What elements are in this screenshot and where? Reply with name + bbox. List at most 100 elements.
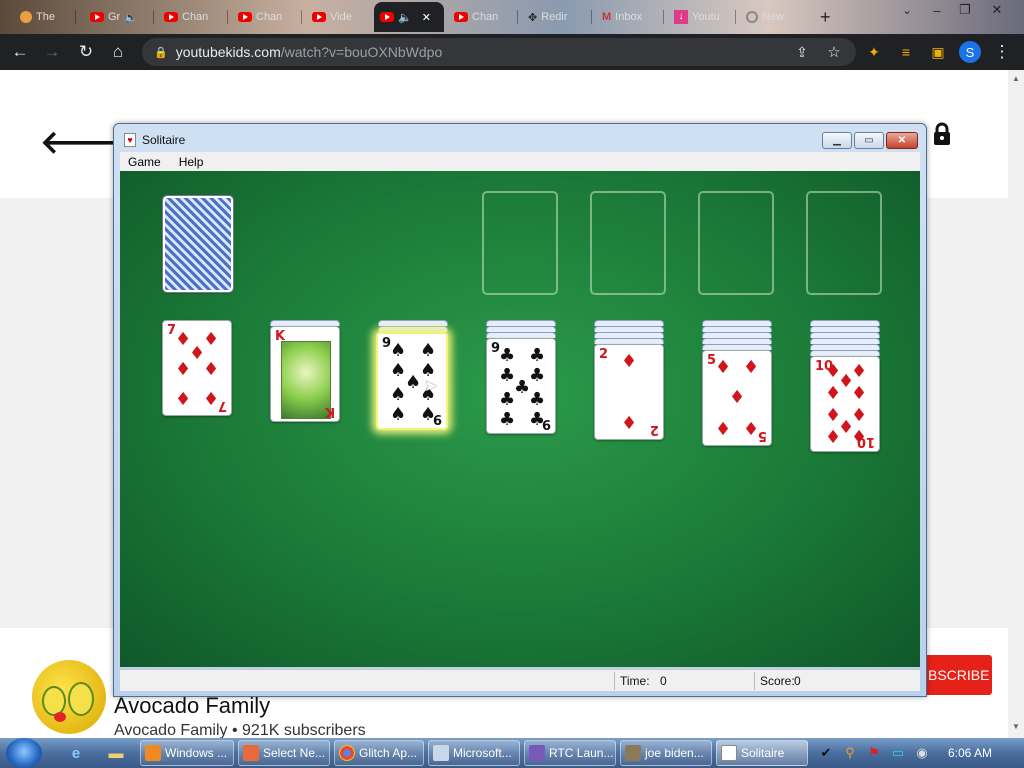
back-icon[interactable]: ← <box>8 40 32 64</box>
tab-11[interactable]: New <box>740 2 810 32</box>
rtc-icon <box>529 745 545 761</box>
address-bar[interactable]: 🔒 youtubekids.com/watch?v=bouOXNbWdpo <box>142 38 856 66</box>
tab-9[interactable]: M Inbox <box>596 2 664 32</box>
tableau-card-2[interactable]: K K <box>270 326 340 422</box>
club-pip-icon: ♣ <box>499 409 516 430</box>
taskbar-item-windows[interactable]: Windows ... <box>140 740 234 766</box>
start-button[interactable] <box>6 738 42 768</box>
tab-8[interactable]: ✥ Redir <box>522 2 592 32</box>
close-tab-icon[interactable]: ✕ <box>422 11 431 24</box>
tab-7[interactable]: Chan <box>448 2 518 32</box>
solitaire-status-bar: Time: 0 Score: 0 <box>120 669 920 691</box>
solitaire-app-icon: ♥ <box>124 133 136 147</box>
channel-avatar[interactable] <box>32 660 106 734</box>
tray-search-icon[interactable]: ⚲ <box>842 745 858 761</box>
menu-game[interactable]: Game <box>128 155 161 169</box>
taskbar-item-glitch[interactable]: Glitch Ap... <box>334 740 424 766</box>
profile-avatar[interactable]: S <box>959 41 981 63</box>
taskbar-item-solitaire[interactable]: Solitaire <box>716 740 808 766</box>
tableau-card-7[interactable]: 10 ♦ ♦ ♦ ♦ ♦ ♦ ♦ ♦ ♦ ♦ 10 <box>810 356 880 452</box>
bookmark-star-icon[interactable]: ☆ <box>822 40 846 64</box>
taskbar-item-rtc[interactable]: RTC Laun... <box>524 740 616 766</box>
diamond-pip-icon: ♦ <box>175 359 192 380</box>
youtube-icon <box>164 12 178 22</box>
chrome-icon <box>339 745 355 761</box>
foundation-slot-3[interactable] <box>698 191 774 295</box>
tab-label: New <box>762 11 785 23</box>
taskbar-clock[interactable]: 6:06 AM <box>948 746 992 760</box>
close-window-icon[interactable]: ✕ <box>982 0 1012 20</box>
tab-search-icon[interactable]: ⌄ <box>892 0 922 20</box>
diamond-pip-icon: ♦ <box>825 427 842 448</box>
extensions-icon[interactable]: ✦ <box>862 40 886 64</box>
solitaire-close-button[interactable]: ✕ <box>886 132 918 149</box>
spade-pip-icon: ♠ <box>390 404 407 425</box>
foundation-slot-2[interactable] <box>590 191 666 295</box>
share-icon[interactable]: ⇪ <box>790 40 814 64</box>
solitaire-maximize-button[interactable]: ▭ <box>854 132 884 149</box>
tableau-card-1[interactable]: 7 ♦ ♦ ♦ ♦ ♦ ♦ ♦ 7 <box>162 320 232 416</box>
mouse-cursor-icon: ➤ <box>424 378 438 395</box>
forward-icon[interactable]: → <box>40 40 64 64</box>
tab-2[interactable]: Gr 🔈 <box>84 2 154 32</box>
tab-10[interactable]: ↓ Youtu <box>668 2 736 32</box>
menu-help[interactable]: Help <box>179 155 204 169</box>
foundation-slot-4[interactable] <box>806 191 882 295</box>
solitaire-minimize-button[interactable]: ▁ <box>822 132 852 149</box>
folder-icon[interactable]: ▬ <box>106 743 126 763</box>
club-pip-icon: ♣ <box>499 365 516 386</box>
spade-pip-icon: ♠ <box>405 372 422 393</box>
tab-3[interactable]: Chan <box>158 2 228 32</box>
diamond-pip-icon: ♦ <box>715 357 732 378</box>
youtube-icon <box>90 12 104 22</box>
windows-taskbar: e ▬ Windows ... Select Ne... Glitch Ap..… <box>0 738 1024 768</box>
time-value: 0 <box>660 674 667 688</box>
subscribe-button[interactable]: BSCRIBE <box>922 655 992 695</box>
taskbar-item-microsoft[interactable]: Microsoft... <box>428 740 520 766</box>
diamond-pip-icon: ♦ <box>203 359 220 380</box>
stock-pile[interactable] <box>162 195 234 293</box>
media-control-icon[interactable]: ≡ <box>894 40 918 64</box>
card-rank: 2 <box>649 422 659 437</box>
tableau-card-5[interactable]: 2 ♦ ♦ 2 <box>594 344 664 440</box>
diamond-pip-icon: ♦ <box>729 387 746 408</box>
new-tab-button[interactable]: + <box>814 2 840 32</box>
page-scrollbar[interactable]: ▲ ▼ <box>1008 70 1024 738</box>
reload-icon[interactable]: ↻ <box>74 40 98 64</box>
tab-label: Youtu <box>692 11 720 23</box>
taskbar-item-joe-biden[interactable]: joe biden... <box>620 740 712 766</box>
internet-explorer-icon[interactable]: e <box>66 743 86 763</box>
side-panel-icon[interactable]: ▣ <box>926 40 950 64</box>
home-icon[interactable]: ⌂ <box>106 40 130 64</box>
tableau-card-4[interactable]: 9 ♣ ♣ ♣ ♣ ♣ ♣ ♣ ♣ ♣ 9 <box>486 338 556 434</box>
restore-icon[interactable]: ❐ <box>950 0 980 20</box>
tab-label: Gr <box>108 11 121 23</box>
diamond-pip-icon: ♦ <box>715 419 732 440</box>
tab-label: Inbox <box>615 11 643 23</box>
tab-1[interactable]: The <box>14 2 76 32</box>
tab-active[interactable]: 🔈 ✕ <box>374 2 444 32</box>
taskbar-item-select[interactable]: Select Ne... <box>238 740 330 766</box>
minimize-icon[interactable]: – <box>922 0 952 20</box>
tray-monitor-icon[interactable]: ▭ <box>890 745 906 761</box>
download-icon: ↓ <box>674 10 688 24</box>
plus-icon: + <box>820 6 831 27</box>
taskbar-label: joe biden... <box>645 746 704 760</box>
youtube-icon <box>238 12 252 22</box>
tab-5[interactable]: Vide <box>306 2 372 32</box>
tray-volume-icon[interactable]: ◉ <box>914 745 930 761</box>
scroll-up-icon[interactable]: ▲ <box>1012 74 1020 83</box>
card-rank: 7 <box>217 398 227 413</box>
youtube-icon <box>312 12 326 22</box>
taskbar-label: Solitaire <box>741 746 785 760</box>
youtube-icon <box>454 12 468 22</box>
tray-check-icon[interactable]: ✔ <box>818 745 834 761</box>
tab-4[interactable]: Chan <box>232 2 302 32</box>
foundation-slot-1[interactable] <box>482 191 558 295</box>
tableau-card-6[interactable]: 5 ♦ ♦ ♦ ♦ ♦ 5 <box>702 350 772 446</box>
menu-dots-icon[interactable]: ⋮ <box>990 40 1014 64</box>
tray-flag-icon[interactable]: ⚑ <box>866 745 882 761</box>
scroll-down-icon[interactable]: ▼ <box>1012 722 1020 731</box>
solitaire-window[interactable]: ♥ Solitaire ▁ ▭ ✕ Game Help 7 ♦ ♦ ♦ ♦ ♦ … <box>113 123 927 697</box>
parent-lock-icon[interactable] <box>932 122 952 146</box>
